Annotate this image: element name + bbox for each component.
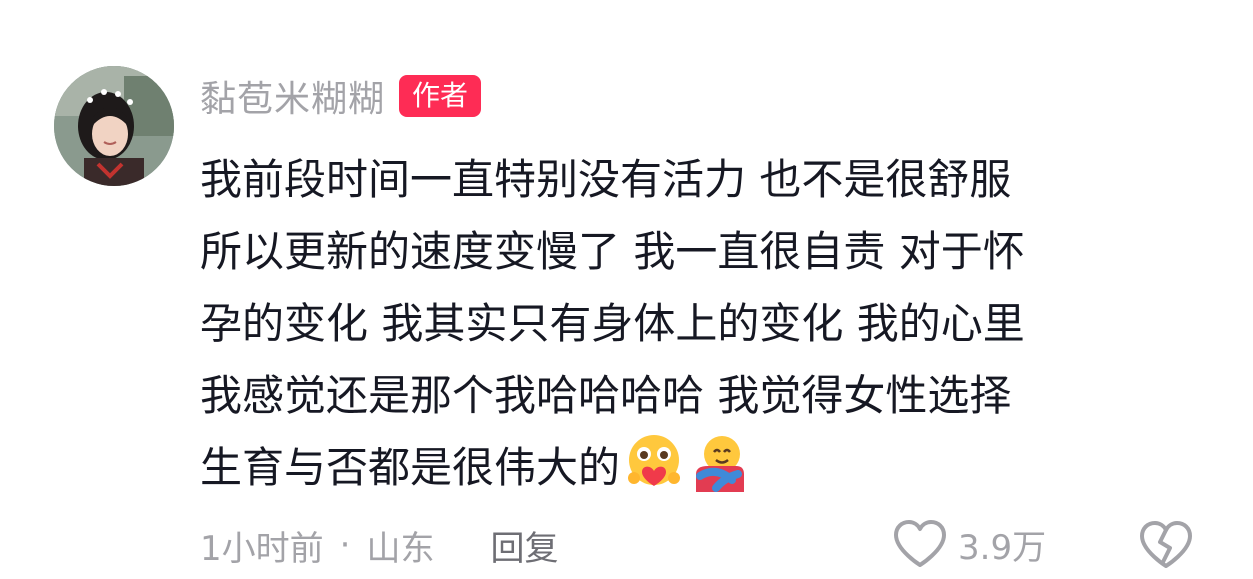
comment-meta: 1小时前 · 山东 回复	[200, 520, 558, 570]
broken-heart-icon	[1140, 521, 1192, 568]
avatar[interactable]	[54, 66, 174, 186]
comment-text: 我前段时间一直特别没有活力 也不是很舒服 所以更新的速度变慢了 我一直很自责 对…	[200, 155, 1025, 492]
like-button[interactable]: 3.9万	[892, 516, 1046, 572]
comment-item: 黏苞米糊糊 作者 我前段时间一直特别没有活力 也不是很舒服 所以更新的速度变慢了…	[0, 0, 1253, 579]
comment-location: 山东	[366, 528, 435, 569]
heart-outline-icon	[894, 520, 946, 567]
dislike-button[interactable]	[1138, 518, 1194, 570]
comment-time: 1小时前	[200, 528, 324, 569]
username[interactable]: 黏苞米糊糊	[200, 70, 385, 122]
reply-button[interactable]: 回复	[490, 521, 558, 570]
hugging-face-emoji	[696, 436, 745, 492]
heart-eyes-hug-emoji	[628, 435, 681, 486]
comment-body: 我前段时间一直特别没有活力 也不是很舒服 所以更新的速度变慢了 我一直很自责 对…	[200, 144, 1200, 504]
author-row: 黏苞米糊糊 作者	[200, 70, 482, 122]
like-count: 3.9万	[958, 527, 1047, 568]
author-badge: 作者	[399, 75, 482, 117]
meta-separator: ·	[339, 525, 351, 565]
